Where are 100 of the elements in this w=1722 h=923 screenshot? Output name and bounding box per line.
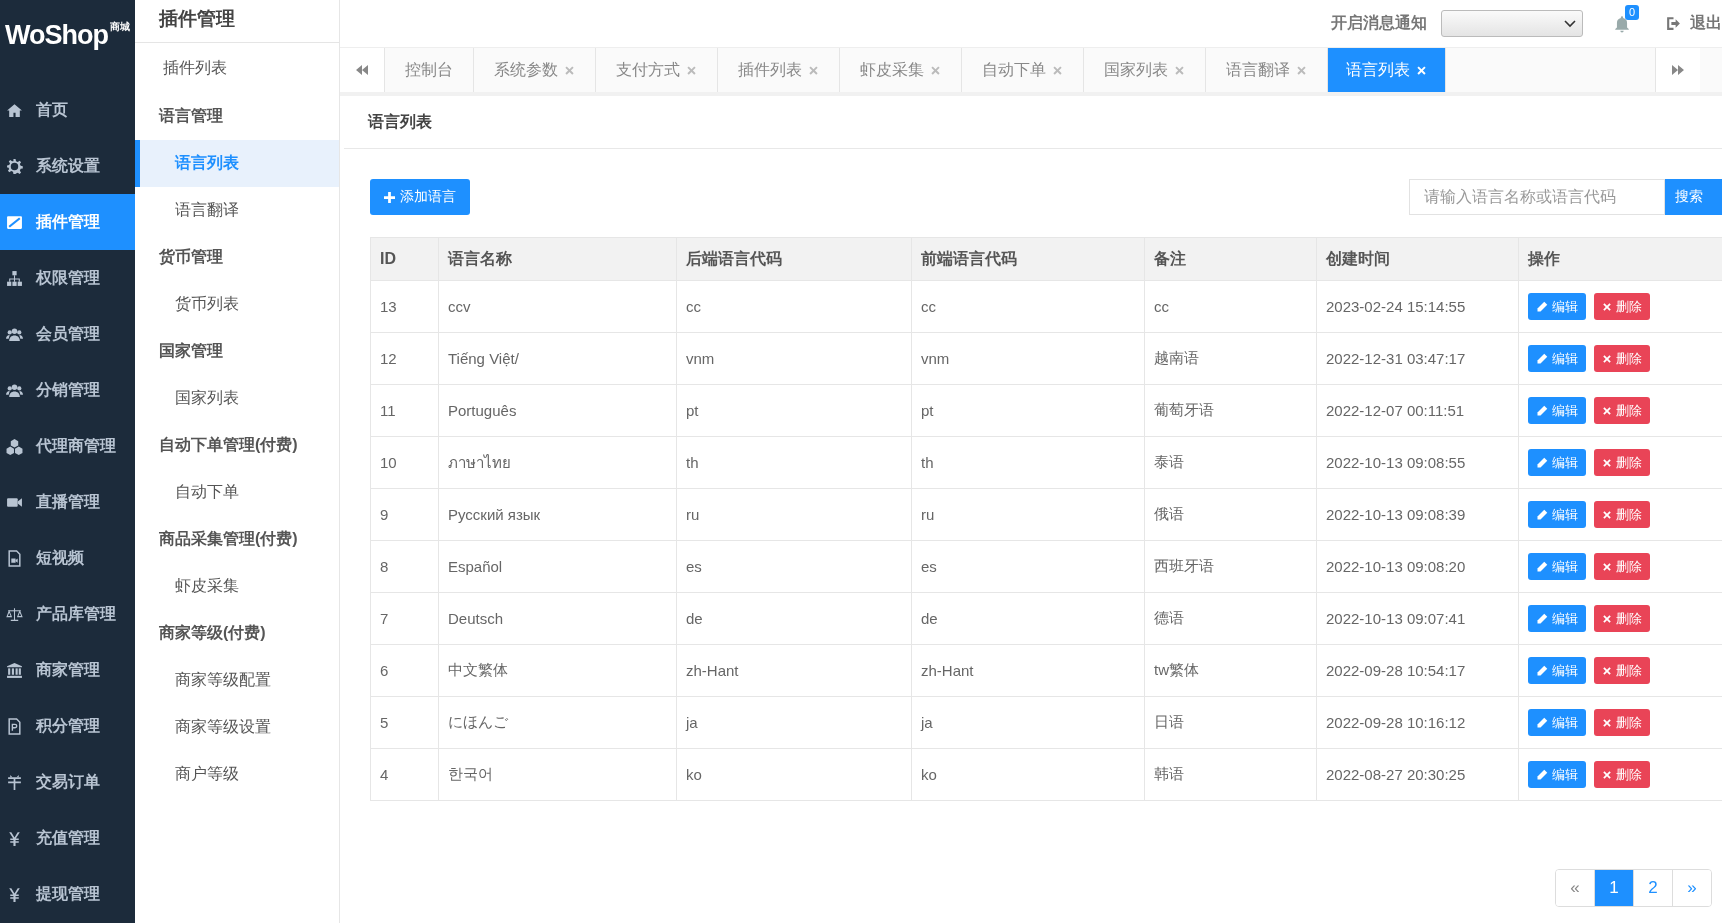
submenu-group[interactable]: 商品采集管理(付费) [135,516,339,563]
table-cell: 2022-10-13 09:07:41 [1316,592,1519,645]
submenu-item[interactable]: 自动下单 [135,469,339,516]
submenu-group[interactable]: 商家等级(付费) [135,610,339,657]
submenu-item[interactable]: 虾皮采集 [135,563,339,610]
nav-item[interactable]: 插件管理 [0,194,135,250]
submenu-group[interactable]: 语言管理 [135,93,339,140]
notification-label: 开启消息通知 [1331,13,1427,33]
delete-button[interactable]: 删除 [1594,605,1650,632]
column-header: 后端语言代码 [676,237,912,281]
edit-button[interactable]: 编辑 [1528,345,1586,372]
nav-item[interactable]: 代理商管理 [0,418,135,474]
cubes-icon [6,437,23,455]
nav-item[interactable]: 商家管理 [0,642,135,698]
table-cell: cc [1144,280,1317,333]
nav-item[interactable]: 交易订单 [0,754,135,810]
submenu-item[interactable]: 商家等级设置 [135,704,339,751]
close-icon [1602,613,1612,624]
close-icon [1052,64,1063,76]
close-icon [1296,64,1307,76]
table-cell: 2022-09-28 10:54:17 [1316,644,1519,697]
nav-item[interactable]: 首页 [0,82,135,138]
delete-button[interactable]: 删除 [1594,345,1650,372]
pencil-icon [1536,664,1548,677]
submenu-item[interactable]: 商家等级配置 [135,657,339,704]
page-button[interactable]: 1 [1594,870,1633,906]
edit-button[interactable]: 编辑 [1528,657,1586,684]
delete-button[interactable]: 删除 [1594,449,1650,476]
table-cell: ko [911,748,1145,801]
scroll-right-button[interactable] [1655,48,1700,92]
bell-icon[interactable] [1613,14,1631,33]
nav-item[interactable]: 直播管理 [0,474,135,530]
submenu-group[interactable]: 国家管理 [135,328,339,375]
edit-button[interactable]: 编辑 [1528,761,1586,788]
edit-button[interactable]: 编辑 [1528,293,1586,320]
table-cell: pt [911,384,1145,437]
table-cell: pt [676,384,912,437]
table-cell: Tiếng Việt/ [438,332,677,385]
nav-item[interactable]: 产品库管理 [0,586,135,642]
nav-item[interactable]: 权限管理 [0,250,135,306]
nav-item[interactable]: 提现管理 [0,866,135,922]
table-cell: zh-Hant [911,644,1145,697]
edit-button[interactable]: 编辑 [1528,449,1586,476]
table-cell: 9 [370,488,439,541]
submenu-item[interactable]: 插件列表 [135,43,339,93]
logout-link[interactable]: 退出 [1665,13,1722,34]
edit-button[interactable]: 编辑 [1528,605,1586,632]
close-icon [808,64,819,76]
nav-item[interactable]: 积分管理 [0,698,135,754]
double-right-icon [1670,62,1686,78]
delete-button[interactable]: 删除 [1594,293,1650,320]
submenu-item[interactable]: 商户等级 [135,751,339,798]
close-icon [1602,353,1612,364]
submenu-item[interactable]: 语言列表 [135,140,339,187]
table-cell: 日语 [1144,696,1317,749]
nav-item[interactable]: 分销管理 [0,362,135,418]
edit-button[interactable]: 编辑 [1528,397,1586,424]
table-cell: 2022-08-27 20:30:25 [1316,748,1519,801]
notification-select[interactable] [1441,10,1583,37]
edit-button[interactable]: 编辑 [1528,553,1586,580]
nav-item[interactable]: 会员管理 [0,306,135,362]
search-button[interactable]: 搜索 [1665,179,1722,215]
nav-item[interactable]: 系统设置 [0,138,135,194]
nav-item[interactable]: 短视频 [0,530,135,586]
delete-button[interactable]: 删除 [1594,501,1650,528]
edit-button[interactable]: 编辑 [1528,709,1586,736]
nav-item[interactable]: 充值管理 [0,810,135,866]
pencil-icon [1536,560,1548,573]
delete-button[interactable]: 删除 [1594,657,1650,684]
home-icon [6,101,23,119]
submenu-group[interactable]: 自动下单管理(付费) [135,422,339,469]
table-cell: 6 [370,644,439,697]
column-header: ID [370,237,439,281]
table-cell: ru [911,488,1145,541]
edit-button[interactable]: 编辑 [1528,501,1586,528]
close-icon [1416,64,1427,76]
close-icon [686,64,697,76]
submenu-item[interactable]: 货币列表 [135,281,339,328]
tab[interactable]: 语言列表 [1328,48,1446,92]
submenu-item[interactable]: 语言翻译 [135,187,339,234]
table-cell: 2022-12-31 03:47:17 [1316,332,1519,385]
delete-button[interactable]: 删除 [1594,553,1650,580]
table-cell: 한국어 [438,748,677,801]
delete-button[interactable]: 删除 [1594,397,1650,424]
submenu-group[interactable]: 货币管理 [135,234,339,281]
table-cell: vnm [911,332,1145,385]
add-language-button[interactable]: 添加语言 [370,179,470,215]
submenu-item[interactable]: 国家列表 [135,375,339,422]
bank-icon [6,661,23,679]
table-cell: es [911,540,1145,593]
table-cell: de [676,592,912,645]
search-field[interactable]: 请输入语言名称或语言代码 [1409,179,1665,215]
scroll-left-button[interactable] [340,48,385,92]
pencil-icon [1536,300,1548,313]
delete-button[interactable]: 删除 [1594,761,1650,788]
submenu-title: 插件管理 [159,7,235,31]
next-page-button[interactable]: » [1672,870,1711,906]
delete-button[interactable]: 删除 [1594,709,1650,736]
chevron-down-icon [1564,19,1576,28]
table-cell: 2022-12-07 00:11:51 [1316,384,1519,437]
